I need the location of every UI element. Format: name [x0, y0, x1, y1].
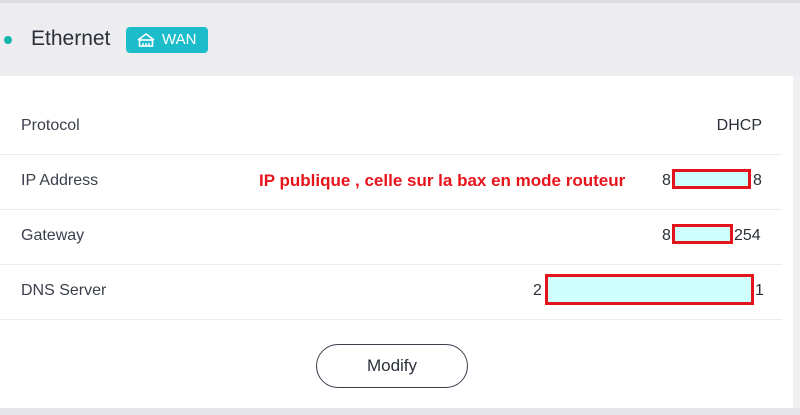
- section-title: Ethernet: [31, 27, 111, 50]
- bottom-divider: [0, 408, 800, 415]
- redaction-box: [672, 169, 751, 189]
- ip-prefix: 8: [662, 172, 671, 189]
- row-label: Gateway: [21, 227, 85, 244]
- gateway-prefix: 8: [662, 227, 671, 244]
- row-label: DNS Server: [21, 282, 107, 299]
- gateway-suffix: 254: [734, 227, 761, 244]
- row-label: IP Address: [21, 172, 99, 189]
- ethernet-details-card: Protocol DHCP IP Address IP publique , c…: [0, 76, 793, 408]
- ip-suffix: 8: [753, 172, 762, 189]
- row-protocol: Protocol DHCP: [0, 100, 782, 155]
- redaction-box: [672, 224, 733, 244]
- page-margin: [793, 76, 800, 415]
- dns-prefix: 2: [533, 282, 542, 299]
- network-icon: [137, 33, 155, 47]
- wan-badge-label: WAN: [162, 31, 197, 48]
- row-label: Protocol: [21, 117, 80, 134]
- dns-suffix: 1: [755, 282, 764, 299]
- protocol-value: DHCP: [716, 117, 762, 134]
- modify-button[interactable]: Modify: [316, 344, 468, 388]
- row-gateway: Gateway 8 254: [0, 210, 782, 265]
- redaction-box: [545, 274, 754, 305]
- wan-badge: WAN: [126, 27, 208, 53]
- section-header: Ethernet WAN: [0, 3, 800, 75]
- row-dns-server: DNS Server 2 1: [0, 265, 782, 320]
- annotation-text: IP publique , celle sur la bax en mode r…: [259, 171, 626, 190]
- row-ip-address: IP Address IP publique , celle sur la ba…: [0, 155, 782, 210]
- status-dot: [4, 36, 12, 44]
